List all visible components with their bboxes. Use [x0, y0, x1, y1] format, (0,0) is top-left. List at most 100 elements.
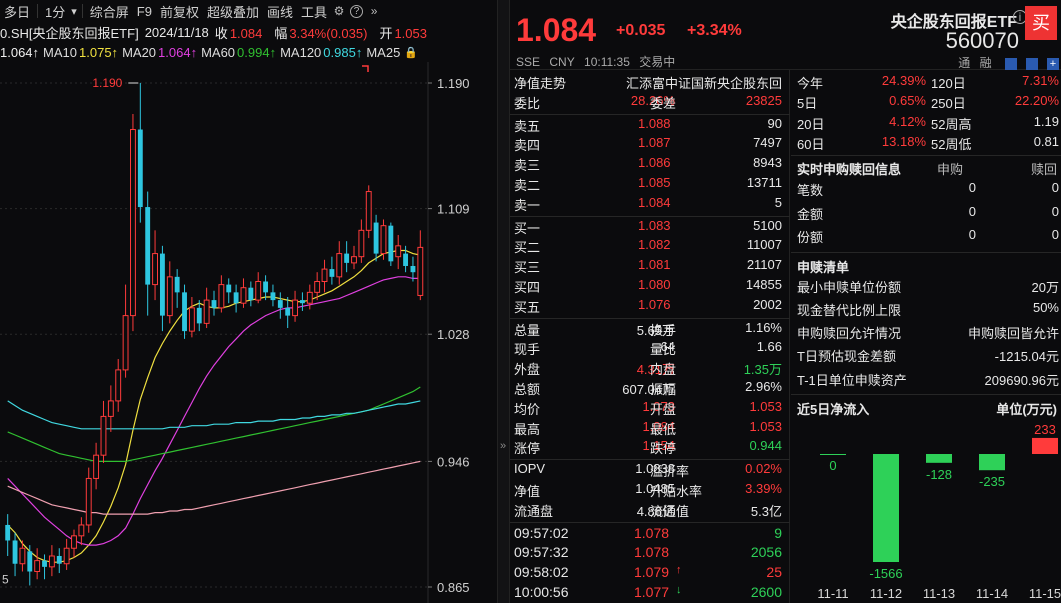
candle[interactable] — [152, 230, 158, 301]
ask-level-row[interactable]: 卖四 1.087 7497 — [510, 135, 790, 155]
candle[interactable] — [373, 214, 379, 262]
period-dropdown-icon[interactable]: ▾ — [69, 5, 79, 18]
stat-row[interactable]: 最高 1.084 最低 1.053 — [510, 419, 790, 439]
candle[interactable] — [277, 292, 283, 319]
candle[interactable] — [12, 532, 18, 577]
candle[interactable] — [137, 83, 143, 223]
candle[interactable] — [63, 538, 70, 570]
f9-button[interactable]: F9 — [133, 4, 156, 19]
candle[interactable] — [48, 545, 55, 577]
bid-level-row[interactable]: 买一 1.083 5100 — [510, 218, 790, 238]
kline-panel[interactable]: 多日 1分 ▾ 综合屏 F9 前复权 超级叠加 画线 工具 ⚙ ? » 0.SH… — [0, 0, 497, 603]
quote-tools: + — [999, 57, 1059, 70]
forward-adjust-button[interactable]: 前复权 — [156, 2, 203, 21]
stat-row[interactable]: 现手 64 量比 1.66 — [510, 339, 790, 359]
iopv-row[interactable]: 净值 1.0485 升贴水率 3.39% — [510, 481, 790, 501]
candle[interactable] — [395, 234, 402, 270]
buy-button[interactable]: 买 — [1025, 6, 1057, 40]
nav-trend-label[interactable]: 净值走势 — [514, 73, 566, 92]
bid-level-row[interactable]: 买三 1.081 21107 — [510, 257, 790, 277]
composite-screen-button[interactable]: 综合屏 — [86, 2, 133, 21]
candle[interactable] — [188, 297, 195, 338]
tools-button[interactable]: 工具 — [297, 2, 331, 21]
candle[interactable] — [299, 292, 305, 311]
ask-level-row[interactable]: 卖二 1.085 13711 — [510, 175, 790, 195]
candle[interactable] — [174, 269, 180, 308]
candle[interactable] — [107, 385, 114, 432]
edit-icon[interactable] — [1005, 57, 1017, 70]
period-1min-button[interactable]: 1分 — [41, 2, 69, 21]
draw-line-button[interactable]: 画线 — [263, 2, 297, 21]
candle[interactable] — [203, 287, 210, 329]
expand-arrow-icon[interactable]: » — [500, 440, 506, 452]
candle[interactable] — [42, 554, 47, 580]
candle[interactable] — [263, 275, 269, 301]
candle[interactable] — [34, 548, 41, 580]
candle[interactable] — [218, 275, 225, 313]
bid-level-row[interactable]: 买二 1.082 11007 — [510, 237, 790, 257]
nav-trend-row[interactable]: 净值走势 汇添富中证国新央企股东回 — [510, 73, 790, 93]
help-icon[interactable]: ? — [350, 4, 364, 18]
tick-row: 09:57:02 1.078 9 — [510, 525, 790, 545]
stat-row[interactable]: 涨停 1.154 跌停 0.944 — [510, 438, 790, 458]
candle[interactable] — [233, 284, 239, 313]
candlestick-chart[interactable]: 1.190 1.109 1.028 0.946 0.865 1.190 5 — [0, 62, 497, 603]
iopv-row[interactable]: IOPV 1.0838 溢折率 0.02% — [510, 461, 790, 481]
candle[interactable] — [255, 272, 262, 304]
candle[interactable] — [417, 230, 424, 301]
candle[interactable] — [85, 467, 92, 533]
candle[interactable] — [365, 185, 372, 239]
candle[interactable] — [122, 284, 129, 378]
candle[interactable] — [270, 284, 276, 307]
candle[interactable] — [130, 114, 136, 332]
ask-level-row[interactable]: 卖一 1.084 5 — [510, 195, 790, 215]
candle[interactable] — [403, 245, 409, 273]
ask-level-row[interactable]: 卖三 1.086 8943 — [510, 155, 790, 175]
candle[interactable] — [182, 284, 187, 339]
candle[interactable] — [336, 241, 343, 285]
candle[interactable] — [166, 261, 173, 324]
ask-level-row[interactable]: 卖五 1.088 90 — [510, 116, 790, 136]
candle[interactable] — [78, 517, 85, 546]
candle[interactable] — [329, 256, 335, 285]
candle[interactable] — [196, 300, 202, 332]
bid-level-row[interactable]: 买五 1.076 2002 — [510, 297, 790, 317]
stat-row[interactable]: 总额 607.04万 振幅 2.96% — [510, 379, 790, 399]
grid-icon[interactable] — [1026, 57, 1038, 70]
candle[interactable] — [100, 400, 107, 463]
stat-row[interactable]: 外盘 4.31万 内盘 1.35万 — [510, 359, 790, 379]
lock-icon[interactable]: 🔒 — [404, 46, 418, 59]
candle[interactable] — [5, 514, 11, 556]
collapse-icon[interactable]: » — [366, 3, 382, 19]
iopv-row[interactable]: 流通盘 4.86亿 流通值 5.3亿 — [510, 501, 790, 521]
candle[interactable] — [292, 290, 298, 322]
candle[interactable] — [248, 281, 254, 307]
candle[interactable] — [380, 219, 387, 260]
candle[interactable] — [159, 245, 165, 332]
candle[interactable] — [351, 245, 357, 270]
candle[interactable] — [344, 241, 350, 273]
period-multiday-button[interactable]: 多日 — [0, 2, 34, 21]
panel-splitter[interactable]: » — [497, 0, 510, 603]
candle[interactable] — [240, 278, 247, 308]
add-icon[interactable]: + — [1047, 57, 1059, 70]
candle[interactable] — [145, 191, 151, 316]
gear-icon[interactable]: ⚙ — [331, 3, 347, 19]
candle[interactable] — [358, 219, 365, 263]
candle[interactable] — [27, 545, 33, 586]
stat-row[interactable]: 总量 5.65万 换手 1.16% — [510, 320, 790, 340]
bid-level-row[interactable]: 买四 1.080 14855 — [510, 277, 790, 297]
candle[interactable] — [285, 297, 291, 329]
candle[interactable] — [388, 222, 394, 266]
candle[interactable] — [226, 278, 232, 304]
candle[interactable] — [115, 359, 122, 412]
candle[interactable] — [71, 529, 77, 558]
inflow-value-label: -1566 — [869, 566, 902, 581]
super-overlay-button[interactable]: 超级叠加 — [203, 2, 263, 21]
stat-row[interactable]: 均价 1.073 开盘 1.053 — [510, 399, 790, 419]
candle[interactable] — [93, 442, 100, 490]
candle[interactable] — [56, 548, 62, 574]
candle[interactable] — [321, 259, 328, 293]
ma60-label: MA60 — [201, 44, 236, 60]
candle[interactable] — [211, 290, 217, 316]
